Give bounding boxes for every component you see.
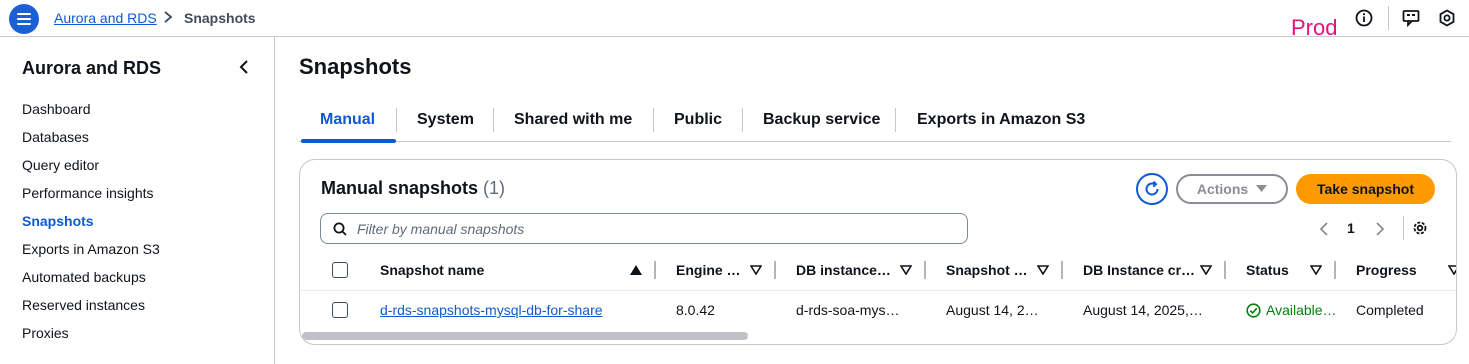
side-navigation: Aurora and RDS Dashboard Databases Query…	[0, 37, 275, 364]
sidebar-item-databases[interactable]: Databases	[22, 129, 89, 145]
tab-shared-with-me[interactable]: Shared with me	[514, 111, 632, 129]
gear-icon[interactable]	[1411, 219, 1429, 237]
tab-divider	[653, 108, 654, 132]
cell-engine: 8.0.42	[676, 302, 715, 318]
check-circle-icon	[1246, 302, 1261, 318]
top-bar-divider	[1388, 6, 1389, 30]
sidebar-item-exports-s3[interactable]: Exports in Amazon S3	[22, 241, 160, 257]
panel-title-text: Manual snapshots	[321, 178, 479, 198]
caret-down-icon	[1256, 185, 1268, 192]
breadcrumb-parent-link[interactable]: Aurora and RDS	[54, 10, 157, 26]
settings-hex-icon[interactable]	[1437, 8, 1457, 28]
actions-dropdown-button[interactable]: Actions	[1176, 174, 1288, 204]
tab-divider	[895, 108, 896, 132]
tab-manual[interactable]: Manual	[320, 111, 375, 129]
horizontal-scrollbar[interactable]	[302, 332, 748, 340]
sort-icon[interactable]	[750, 265, 762, 275]
cell-db-instance: d-rds-soa-mys…	[796, 302, 900, 318]
sidebar-item-performance-insights[interactable]: Performance insights	[22, 185, 154, 201]
main-content: Snapshots Manual System Shared with me P…	[276, 37, 1469, 364]
snapshot-name-link[interactable]: d-rds-snapshots-mysql-db-for-share	[380, 302, 603, 318]
page-title: Snapshots	[299, 54, 412, 79]
sidebar-item-reserved-instances[interactable]: Reserved instances	[22, 297, 145, 313]
search-icon	[333, 222, 347, 236]
row-select-checkbox[interactable]	[332, 302, 348, 318]
tab-public[interactable]: Public	[674, 111, 722, 129]
manual-snapshots-panel: Manual snapshots (1) Actions Take snapsh…	[299, 159, 1457, 345]
column-header-progress[interactable]: Progress	[1356, 262, 1417, 278]
sort-icon[interactable]	[1310, 265, 1322, 275]
column-resizer[interactable]	[774, 261, 776, 279]
hamburger-icon	[17, 13, 31, 25]
take-snapshot-label: Take snapshot	[1317, 181, 1414, 197]
panel-count: (1)	[483, 178, 506, 198]
refresh-button[interactable]	[1136, 173, 1168, 205]
tab-divider	[742, 108, 743, 132]
column-header-snapshot-name[interactable]: Snapshot name	[380, 262, 484, 278]
column-resizer[interactable]	[1224, 261, 1226, 279]
sort-ascending-icon[interactable]	[630, 265, 642, 275]
snapshot-tabs: Manual System Shared with me Public Back…	[299, 103, 1451, 143]
status-badge: Available…	[1246, 302, 1337, 318]
select-all-checkbox[interactable]	[332, 262, 348, 278]
tab-exports-s3[interactable]: Exports in Amazon S3	[917, 111, 1085, 129]
column-header-db-instance[interactable]: DB instance…	[796, 262, 891, 278]
sort-icon[interactable]	[1200, 265, 1212, 275]
sort-icon[interactable]	[900, 265, 912, 275]
filter-box	[320, 213, 968, 244]
chevron-right-icon	[164, 11, 173, 23]
column-header-db-instance-created[interactable]: DB Instance cr…	[1083, 262, 1195, 278]
sidebar-item-query-editor[interactable]: Query editor	[22, 157, 99, 173]
sort-icon[interactable]	[1037, 265, 1049, 275]
cell-db-instance-created: August 14, 2025,…	[1083, 302, 1203, 318]
pager-divider	[1403, 216, 1404, 240]
breadcrumb-current: Snapshots	[184, 10, 256, 26]
info-icon[interactable]	[1354, 8, 1374, 28]
tab-divider	[493, 108, 494, 132]
column-resizer[interactable]	[1061, 261, 1063, 279]
tab-system[interactable]: System	[417, 111, 474, 129]
feedback-icon[interactable]	[1401, 8, 1421, 28]
column-header-snapshot-time[interactable]: Snapshot …	[946, 262, 1028, 278]
cell-snapshot-time: August 14, 2…	[946, 302, 1039, 318]
page-number[interactable]: 1	[1347, 220, 1355, 236]
top-navigation-bar: Aurora and RDS Snapshots Prod	[0, 0, 1469, 40]
tab-divider	[396, 108, 397, 132]
column-header-engine[interactable]: Engine …	[676, 262, 741, 278]
sidebar-title: Aurora and RDS	[22, 58, 162, 78]
take-snapshot-button[interactable]: Take snapshot	[1296, 174, 1435, 204]
next-page-icon[interactable]	[1374, 221, 1386, 237]
cell-progress: Completed	[1356, 302, 1424, 318]
column-resizer[interactable]	[654, 261, 656, 279]
column-header-status[interactable]: Status	[1246, 262, 1289, 278]
collapse-sidebar-icon[interactable]	[236, 59, 252, 75]
refresh-icon	[1145, 180, 1159, 196]
actions-label: Actions	[1196, 181, 1249, 197]
table-row-divider	[300, 290, 1456, 291]
sidebar-item-proxies[interactable]: Proxies	[22, 325, 69, 341]
filter-input[interactable]	[357, 220, 947, 237]
sidebar-item-snapshots[interactable]: Snapshots	[22, 213, 94, 229]
panel-title: Manual snapshots (1)	[321, 178, 505, 199]
menu-button[interactable]	[9, 4, 39, 34]
status-text: Available…	[1266, 302, 1337, 318]
active-tab-indicator	[301, 139, 396, 143]
sidebar-item-automated-backups[interactable]: Automated backups	[22, 269, 146, 285]
column-resizer[interactable]	[924, 261, 926, 279]
sort-icon[interactable]	[1448, 265, 1457, 275]
column-resizer[interactable]	[1334, 261, 1336, 279]
tab-backup-service[interactable]: Backup service	[763, 111, 880, 129]
previous-page-icon[interactable]	[1318, 221, 1330, 237]
sidebar-item-dashboard[interactable]: Dashboard	[22, 101, 91, 117]
